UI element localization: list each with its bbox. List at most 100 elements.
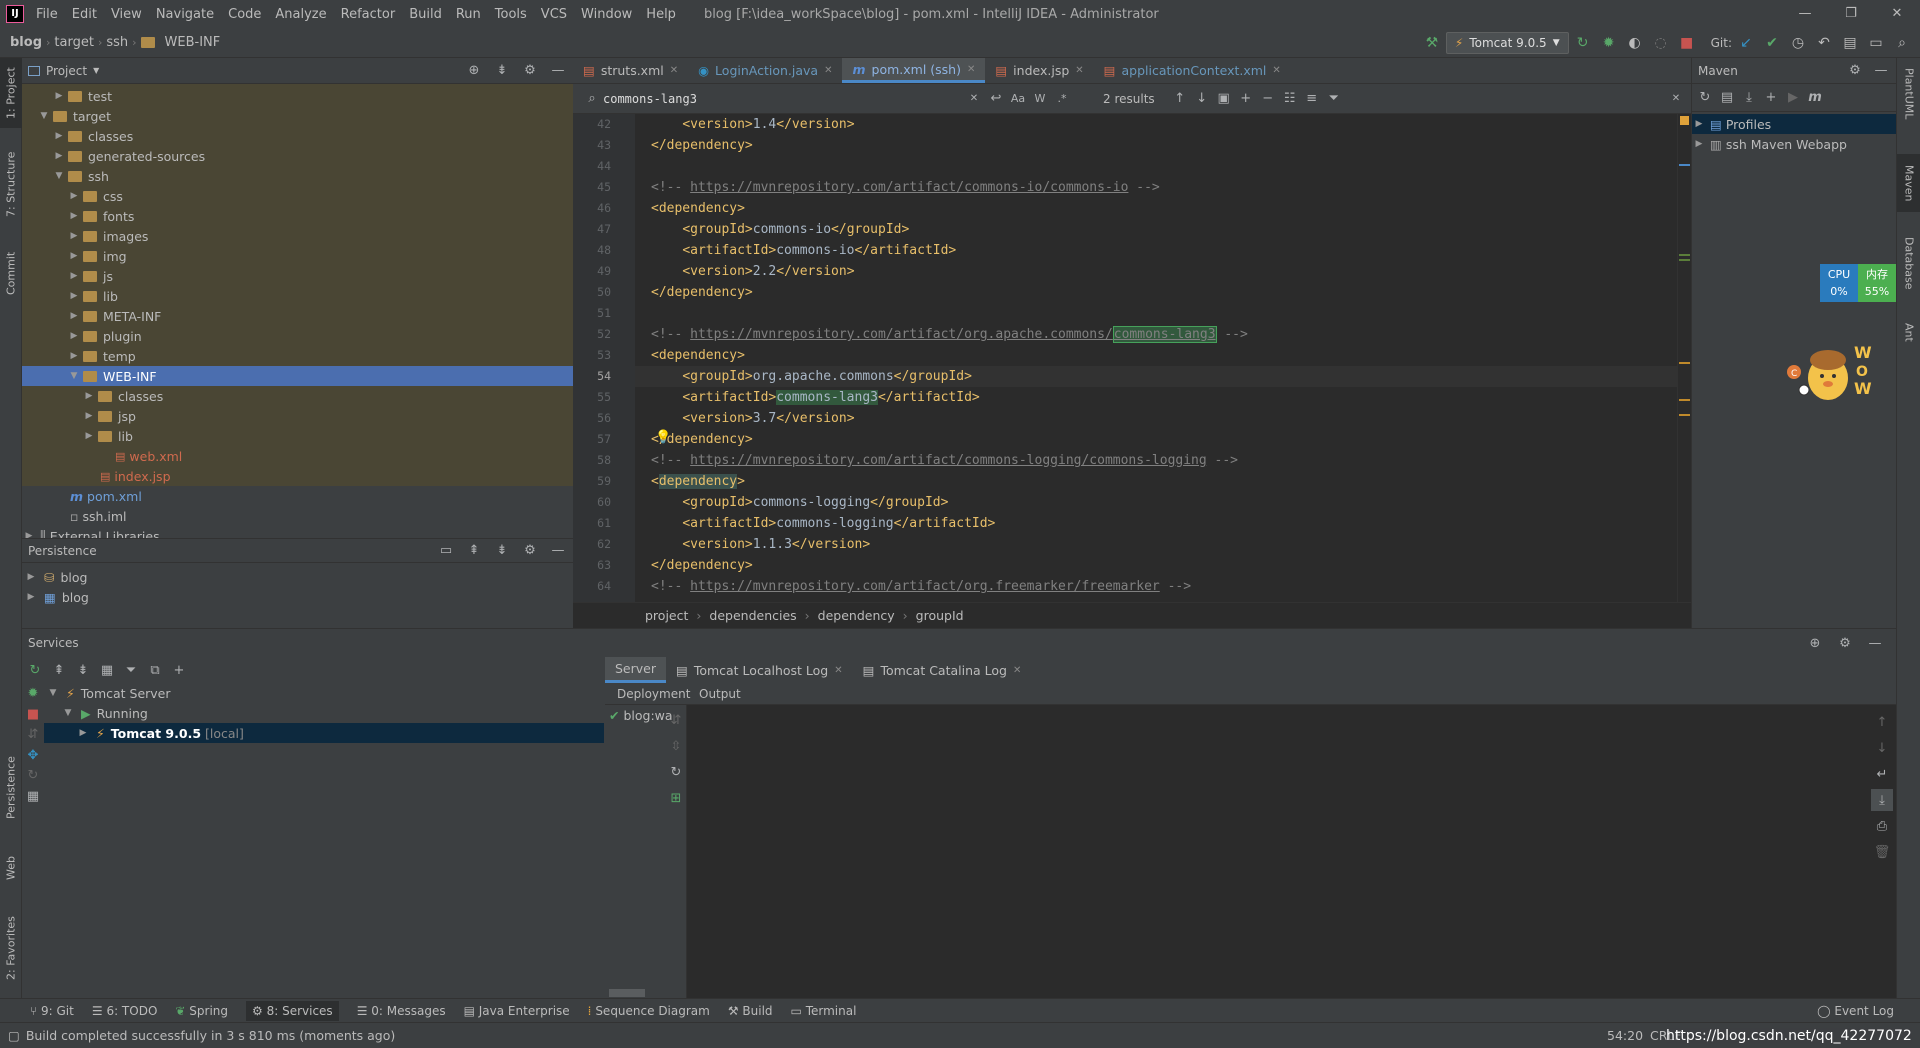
code-line[interactable]: <groupId>commons-logging</groupId>: [635, 492, 1677, 513]
tab-structure[interactable]: 7: Structure: [0, 144, 22, 224]
git-rollback-icon[interactable]: ↶: [1812, 31, 1836, 55]
hide-icon[interactable]: —: [1864, 632, 1886, 654]
chevron-right-icon[interactable]: ▶: [82, 431, 96, 441]
line-number[interactable]: 53: [573, 345, 635, 366]
scroll-down-icon[interactable]: ↓: [1871, 737, 1893, 759]
chevron-down-icon[interactable]: ▼: [93, 66, 99, 75]
line-number[interactable]: 45: [573, 177, 635, 198]
tab-commit[interactable]: Commit: [0, 243, 22, 303]
editor-breadcrumb-item[interactable]: project: [645, 608, 688, 623]
maven-goal-icon[interactable]: m: [1804, 87, 1826, 109]
tree-item[interactable]: ▼ target: [22, 106, 573, 126]
tab-services[interactable]: ⚙ 8: Services: [246, 1000, 339, 1021]
breadcrumb-item[interactable]: target: [50, 35, 98, 50]
line-number[interactable]: 51: [573, 303, 635, 324]
status-icon[interactable]: ▢: [8, 1028, 20, 1043]
editor-tab[interactable]: ▤ applicationContext.xml ✕: [1094, 58, 1291, 83]
menu-item-help[interactable]: Help: [640, 7, 682, 22]
minimize-button[interactable]: —: [1782, 0, 1828, 28]
code-line[interactable]: [635, 303, 1677, 324]
chevron-down-icon[interactable]: ▼: [37, 111, 51, 121]
line-number[interactable]: 57: [573, 429, 635, 450]
intention-bulb-icon[interactable]: 💡: [655, 430, 671, 445]
close-tab-icon[interactable]: ✕: [1075, 65, 1083, 76]
regex-icon[interactable]: .*: [1051, 88, 1073, 110]
tab-web[interactable]: Web: [0, 843, 22, 893]
editor-tab[interactable]: m pom.xml (ssh) ✕: [842, 58, 986, 83]
tree-item[interactable]: ▶ classes: [22, 126, 573, 146]
list-item[interactable]: ▶ ▦ blog: [22, 587, 573, 607]
clear-icon[interactable]: ✕: [963, 88, 985, 110]
chevron-right-icon[interactable]: ▶: [67, 291, 81, 301]
service-tree-item[interactable]: ▶ ⚡ Tomcat 9.0.5 [local]: [44, 723, 604, 743]
code-line[interactable]: <dependency>: [635, 471, 1677, 492]
line-number[interactable]: 52: [573, 324, 635, 345]
tab-persistence[interactable]: Persistence: [0, 748, 22, 828]
add-icon[interactable]: +: [1760, 87, 1782, 109]
code-line[interactable]: <dependency>: [635, 345, 1677, 366]
project-view-select[interactable]: Project: [46, 64, 87, 78]
code-line[interactable]: <version>2.2</version>: [635, 261, 1677, 282]
debug-icon[interactable]: ✹: [22, 685, 44, 703]
locate-icon[interactable]: ⊕: [463, 60, 485, 82]
list-item[interactable]: ▶ ⛁ blog: [22, 567, 573, 587]
tree-item[interactable]: ▤ index.jsp: [22, 466, 573, 486]
tree-item[interactable]: ▶ test: [22, 86, 573, 106]
menu-item-window[interactable]: Window: [575, 7, 638, 22]
gear-icon[interactable]: ⚙: [1844, 60, 1866, 82]
next-occurrence-icon[interactable]: ↓: [1191, 88, 1213, 110]
chevron-right-icon[interactable]: ▶: [67, 351, 81, 361]
line-number[interactable]: 43: [573, 135, 635, 156]
add-icon[interactable]: +: [168, 659, 190, 681]
line-number[interactable]: 50: [573, 282, 635, 303]
editor-breadcrumb-item[interactable]: dependencies: [709, 608, 796, 623]
line-number[interactable]: 56: [573, 408, 635, 429]
code-line[interactable]: </dependency>: [635, 135, 1677, 156]
services-tab[interactable]: ▤ Tomcat Catalina Log ✕: [853, 657, 1032, 683]
chevron-down-icon[interactable]: ▼: [61, 708, 75, 718]
chevron-right-icon[interactable]: ▶: [67, 191, 81, 201]
close-tab-icon[interactable]: ✕: [834, 665, 842, 676]
tree-item[interactable]: ▶ images: [22, 226, 573, 246]
tab-java-enterprise[interactable]: ▤ Java Enterprise: [464, 1004, 570, 1018]
new-tab-icon[interactable]: ⧉: [144, 659, 166, 681]
code-line[interactable]: <!-- https://mvnrepository.com/artifact/…: [635, 450, 1677, 471]
select-all-occurrences-icon[interactable]: ▣: [1213, 88, 1235, 110]
chevron-down-icon[interactable]: ▼: [67, 371, 81, 381]
restore-button[interactable]: ❐: [1828, 0, 1874, 28]
git-update-icon[interactable]: ↙: [1734, 31, 1758, 55]
update-app-icon[interactable]: ✥: [22, 747, 44, 765]
coverage-icon[interactable]: ◐: [1623, 31, 1647, 55]
refresh-icon[interactable]: ↻: [665, 761, 687, 783]
tab-terminal[interactable]: ▭ Terminal: [791, 1004, 857, 1018]
tab-spring[interactable]: ❦ Spring: [175, 1004, 228, 1018]
add-artifact-icon[interactable]: ⊞: [665, 787, 687, 809]
services-tab[interactable]: ▤ Tomcat Localhost Log ✕: [666, 657, 853, 683]
tab-plantuml[interactable]: PlantUML: [1897, 58, 1920, 130]
menu-item-view[interactable]: View: [105, 7, 148, 22]
collapse-all-icon[interactable]: ⇟: [491, 540, 513, 562]
tab-build[interactable]: ⚒ Build: [728, 1004, 773, 1018]
list-item[interactable]: ▶ ▥ ssh Maven Webapp: [1692, 134, 1896, 154]
list-item[interactable]: ▶ ▤ Profiles: [1692, 114, 1896, 134]
select-all-icon[interactable]: ☷: [1279, 88, 1301, 110]
git-commit-icon[interactable]: ✔: [1760, 31, 1784, 55]
stop-icon[interactable]: ■: [22, 706, 44, 724]
rerun-icon[interactable]: ↻: [1571, 31, 1595, 55]
words-icon[interactable]: W: [1029, 88, 1051, 110]
filter-icon[interactable]: ⏷: [120, 659, 142, 681]
code-line[interactable]: <artifactId>commons-io</artifactId>: [635, 240, 1677, 261]
line-number[interactable]: 48: [573, 240, 635, 261]
error-stripe[interactable]: [1677, 114, 1691, 602]
close-window-button[interactable]: ✕: [1874, 0, 1920, 28]
code-line[interactable]: <dependency>: [635, 198, 1677, 219]
chevron-right-icon[interactable]: ▶: [52, 151, 66, 161]
expand-all-icon[interactable]: ⇞: [463, 540, 485, 562]
editor-tab[interactable]: ▤ index.jsp ✕: [985, 58, 1093, 83]
project-structure-icon[interactable]: ▤: [1838, 31, 1862, 55]
tree-item[interactable]: ▶ generated-sources: [22, 146, 573, 166]
tab-sequence-diagram[interactable]: ⁞ Sequence Diagram: [588, 1004, 710, 1018]
line-number[interactable]: 59: [573, 471, 635, 492]
line-number[interactable]: 54: [573, 366, 635, 387]
collapse-all-icon[interactable]: ⇟: [491, 60, 513, 82]
